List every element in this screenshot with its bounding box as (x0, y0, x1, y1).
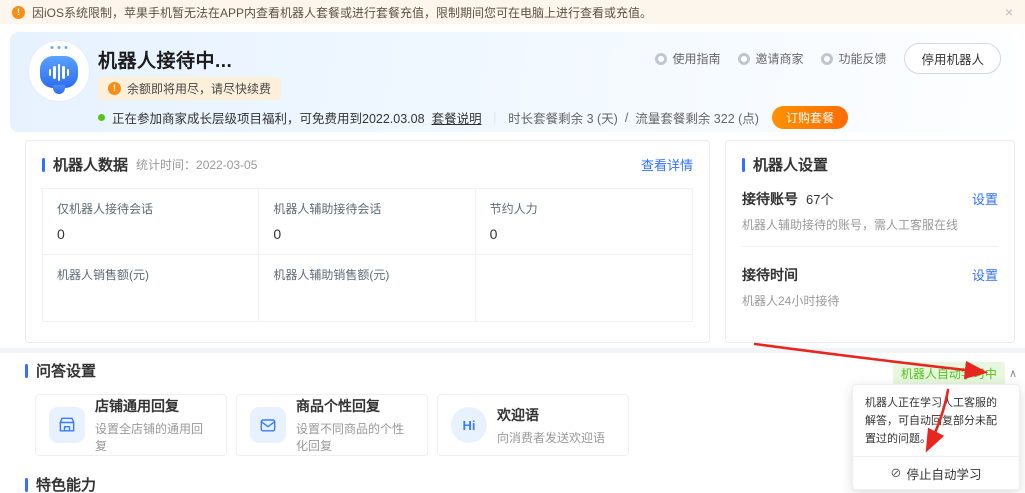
card-desc: 设置不同商品的个性化回复 (296, 422, 405, 453)
card-desc: 向消费者发送欢迎语 (497, 430, 606, 445)
antenna-dots-icon (50, 46, 68, 49)
guide-label: 使用指南 (672, 52, 721, 66)
stat-value: 0 (273, 226, 282, 242)
invite-link[interactable]: 邀请商家 (738, 50, 803, 67)
view-detail-link[interactable]: 查看详情 (641, 155, 693, 174)
feedback-icon (821, 52, 834, 65)
stop-icon: ⊘ (890, 465, 902, 481)
ios-limit-banner: ! 因iOS系统限制，苹果手机暂无法在APP内查看机器人套餐或进行套餐充值，限制… (0, 0, 1025, 24)
title-bar (25, 477, 28, 492)
time-settings-link[interactable]: 设置 (972, 265, 998, 284)
stat-label: 节约人力 (489, 202, 538, 216)
auto-learn-badge: 机器人自动学习中 (892, 362, 1005, 385)
stat-value: 0 (489, 226, 498, 242)
promo-row: 正在参加商家成长层级项目福利，可免费用到2022.03.08 套餐说明 ｜ 时长… (98, 106, 848, 129)
stat-cell: 仅机器人接待会话 0 (43, 189, 260, 255)
robot-settings-title: 机器人设置 (753, 157, 829, 174)
setting-desc: 机器人辅助接待的账号，需人工客服在线 (742, 218, 959, 232)
header-actions: 使用指南 邀请商家 功能反馈 停用机器人 (655, 43, 1001, 74)
qa-cards: 店铺通用回复 设置全店铺的通用回复 商品个性回复 设置不同商品的个性化回复 Hi… (35, 394, 629, 456)
product-reply-card[interactable]: 商品个性回复 设置不同商品的个性化回复 (236, 394, 428, 456)
account-settings-link[interactable]: 设置 (972, 189, 998, 208)
sound-wave-icon (40, 56, 78, 88)
info-icon: ! (12, 5, 25, 19)
qa-section-title: 问答设置 (25, 360, 96, 381)
guide-link[interactable]: 使用指南 (655, 50, 720, 67)
stat-label: 机器人辅助接待会话 (273, 202, 382, 216)
account-count: 67个 (806, 192, 834, 207)
page-title: 机器人接待中... (98, 51, 233, 72)
popup-text: 机器人正在学习人工客服的解答，可自动回复部分未配置过的问题。 (865, 397, 997, 446)
close-icon[interactable]: × (1005, 4, 1013, 20)
guide-icon (655, 52, 668, 65)
shop-icon (49, 407, 85, 443)
flow-remaining-text: 流量套餐剩余 322 (点) (635, 112, 759, 126)
banner-text: 因iOS系统限制，苹果手机暂无法在APP内查看机器人套餐或进行套餐充值，限制期间… (32, 5, 653, 20)
qa-title-text: 问答设置 (36, 363, 97, 380)
stat-cell: 节约人力 0 (475, 189, 692, 255)
balance-alert-text: 余额即将用尽，请尽快续费 (127, 82, 272, 96)
welcome-message-card[interactable]: Hi 欢迎语 向消费者发送欢迎语 (437, 394, 629, 456)
mail-icon (250, 407, 286, 443)
divider (742, 246, 998, 247)
robot-settings-head: 机器人设置 (726, 141, 1014, 184)
stat-cell: 机器人辅助接待会话 0 (259, 189, 476, 255)
invite-label: 邀请商家 (755, 52, 804, 66)
robot-avatar (28, 40, 90, 102)
card-title: 欢迎语 (497, 406, 539, 423)
disable-robot-button[interactable]: 停用机器人 (904, 43, 1001, 74)
promo-status-text: 正在参加商家成长层级项目福利，可免费用到2022.03.08 (112, 112, 425, 126)
robot-chin-icon (53, 85, 65, 94)
stat-grid: 仅机器人接待会话 0 机器人辅助接待会话 0 节约人力 0 机器人销售额(元) … (42, 188, 693, 322)
card-title: 商品个性回复 (296, 398, 380, 414)
stat-cell: 机器人辅助销售额(元) (259, 255, 476, 321)
slash: / (624, 110, 629, 125)
stop-auto-learn-button[interactable]: ⊘ 停止自动学习 (865, 457, 1007, 489)
auto-learn-popup: 机器人正在学习人工客服的解答，可自动回复部分未配置过的问题。 ⊘ 停止自动学习 (852, 384, 1020, 491)
duration-remaining-text: 时长套餐剩余 3 (天) (508, 112, 618, 126)
stat-value: 0 (57, 226, 65, 242)
setting-label: 接待账号 (742, 191, 798, 207)
feedback-label: 功能反馈 (838, 52, 887, 66)
robot-reception-page: ! 因iOS系统限制，苹果手机暂无法在APP内查看机器人套餐或进行套餐充值，限制… (0, 0, 1025, 493)
stat-label: 机器人辅助销售额(元) (273, 268, 390, 282)
title-bar (42, 157, 45, 172)
robot-data-panel: 机器人数据 统计时间：2022-03-05 查看详情 仅机器人接待会话 0 机器… (25, 140, 710, 343)
separator: ｜ (488, 112, 502, 126)
setting-label: 接待时间 (742, 267, 798, 283)
hi-icon: Hi (451, 407, 487, 443)
stat-cell-empty (476, 255, 692, 321)
stat-cell: 机器人销售额(元) (43, 255, 260, 321)
green-dot-icon (98, 114, 105, 121)
section-divider (0, 348, 1025, 353)
stat-label: 机器人销售额(元) (57, 268, 149, 282)
auto-learn-toggle[interactable]: 机器人自动学习中 ∧ (892, 362, 1017, 385)
invite-icon (738, 52, 751, 65)
title-bar (25, 363, 28, 378)
robot-data-title: 机器人数据 (53, 157, 129, 174)
header-card: 机器人接待中... 使用指南 邀请商家 功能反馈 停用机器人 ! 余额即将用尽，… (10, 32, 1015, 132)
warning-icon: ! (108, 82, 121, 95)
stat-time: 统计时间：2022-03-05 (136, 158, 258, 172)
robot-settings-panel: 机器人设置 接待账号 67个 设置 机器人辅助接待的账号，需人工客服在线 接待时… (725, 140, 1015, 343)
robot-data-head: 机器人数据 统计时间：2022-03-05 查看详情 (26, 141, 709, 184)
shop-reply-card[interactable]: 店铺通用回复 设置全店铺的通用回复 (35, 394, 227, 456)
card-desc: 设置全店铺的通用回复 (95, 422, 204, 453)
chevron-up-icon: ∧ (1008, 368, 1017, 380)
plan-detail-link[interactable]: 套餐说明 (432, 108, 482, 127)
setting-desc: 机器人24小时接待 (742, 294, 840, 308)
stat-label: 仅机器人接待会话 (57, 202, 154, 216)
setting-item-time: 接待时间 设置 机器人24小时接待 (726, 260, 1014, 309)
title-bar (742, 157, 745, 172)
order-plan-button[interactable]: 订购套餐 (771, 106, 848, 129)
feature-title-text: 特色能力 (36, 477, 97, 493)
setting-item-account: 接待账号 67个 设置 机器人辅助接待的账号，需人工客服在线 (726, 184, 1014, 233)
feature-section-title: 特色能力 (25, 474, 96, 493)
stop-label: 停止自动学习 (906, 467, 982, 482)
feedback-link[interactable]: 功能反馈 (821, 50, 886, 67)
card-title: 店铺通用回复 (95, 398, 179, 414)
balance-alert: ! 余额即将用尽，请尽快续费 (98, 77, 282, 100)
